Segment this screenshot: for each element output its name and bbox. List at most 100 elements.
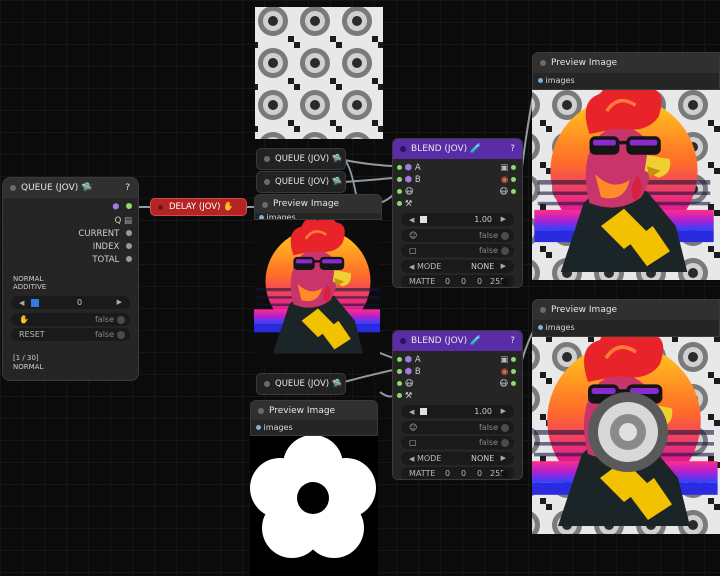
matte-g[interactable]: 0 bbox=[461, 467, 466, 479]
color-swatch[interactable] bbox=[501, 278, 509, 286]
input-slot-mask[interactable]: 😷 bbox=[397, 379, 414, 389]
input-slot-images[interactable]: images bbox=[259, 213, 296, 219]
help-button[interactable]: ? bbox=[510, 139, 515, 159]
input-slot-b[interactable]: ⬢ B bbox=[397, 175, 421, 185]
preview-image-node[interactable]: Preview Image images bbox=[250, 400, 378, 436]
collapse-dot[interactable] bbox=[264, 156, 270, 162]
index-widget[interactable]: ◀ 0 ▶ bbox=[11, 296, 130, 309]
flip-toggle[interactable]: ☺ false bbox=[401, 229, 514, 242]
decrement-arrow-icon[interactable]: ◀ bbox=[19, 299, 24, 307]
prev-arrow-icon[interactable]: ◀ bbox=[409, 455, 414, 463]
slot-dot bbox=[126, 203, 132, 209]
slot-dot bbox=[397, 381, 402, 386]
increment-arrow-icon[interactable]: ▶ bbox=[501, 405, 506, 418]
matte-r[interactable]: 0 bbox=[445, 275, 450, 287]
node-title: QUEUE (JOV) 🛸 bbox=[21, 183, 93, 193]
alpha-widget[interactable]: ◀ 1.00 ▶ bbox=[401, 405, 514, 418]
slot-dot bbox=[126, 256, 132, 262]
increment-arrow-icon[interactable]: ▶ bbox=[117, 296, 122, 309]
input-slot-mask[interactable]: 😷 bbox=[397, 187, 414, 197]
decrement-arrow-icon[interactable]: ◀ bbox=[409, 216, 414, 224]
node-title-bar[interactable]: BLEND (JOV) 🧪 ? bbox=[393, 331, 522, 351]
reset-toggle[interactable]: RESET false bbox=[11, 328, 130, 341]
toggle-knob[interactable] bbox=[501, 439, 509, 447]
delay-node[interactable]: DELAY (JOV) ✋ bbox=[150, 198, 247, 216]
palette-icon: ◉ bbox=[500, 367, 509, 377]
next-arrow-icon[interactable]: ▶ bbox=[501, 260, 506, 273]
mask-icon: 😷 bbox=[404, 379, 414, 389]
matte-r[interactable]: 0 bbox=[445, 467, 450, 479]
toggle-knob[interactable] bbox=[117, 316, 125, 324]
output-slot-image[interactable]: ▣ bbox=[500, 355, 516, 365]
increment-arrow-icon[interactable]: ▶ bbox=[501, 213, 506, 226]
input-slot-images[interactable]: images bbox=[256, 423, 293, 432]
collapse-dot[interactable] bbox=[264, 179, 270, 185]
queue-node-collapsed[interactable]: QUEUE (JOV) 🛸 bbox=[256, 148, 346, 170]
toggle-knob[interactable] bbox=[117, 331, 125, 339]
output-slot-mask[interactable]: 😷 bbox=[499, 187, 516, 197]
output-slot-image[interactable]: ▣ bbox=[500, 163, 516, 173]
toggle-knob[interactable] bbox=[501, 232, 509, 240]
matte-g[interactable]: 0 bbox=[461, 275, 466, 287]
collapse-dot[interactable] bbox=[540, 307, 546, 313]
next-arrow-icon[interactable]: ▶ bbox=[501, 452, 506, 465]
queue-node-main[interactable]: QUEUE (JOV) 🛸 ? ⬢ Q ▤ CURRENT INDEX TOTA… bbox=[2, 177, 139, 381]
collapse-dot[interactable] bbox=[540, 60, 546, 66]
help-button[interactable]: ? bbox=[125, 178, 130, 198]
mode-select[interactable]: ◀ MODE NONE ▶ bbox=[401, 452, 514, 465]
matte-widget[interactable]: MATTE 0 0 0 255 bbox=[401, 275, 514, 287]
slot-dot bbox=[538, 325, 543, 330]
preview-image-node[interactable]: Preview Image images bbox=[254, 194, 382, 220]
output-slot-mask[interactable]: 😷 bbox=[499, 379, 516, 389]
prev-arrow-icon[interactable]: ◀ bbox=[409, 263, 414, 271]
node-title-bar[interactable]: BLEND (JOV) 🧪 ? bbox=[393, 139, 522, 159]
collapse-dot[interactable] bbox=[400, 146, 406, 152]
input-slot-b[interactable]: ⬢ B bbox=[397, 367, 421, 377]
alpha-value: 1.00 bbox=[474, 407, 492, 416]
collapse-dot[interactable] bbox=[264, 381, 270, 387]
node-title: QUEUE (JOV) 🛸 bbox=[275, 154, 343, 164]
output-slot-color[interactable]: ◉ bbox=[501, 175, 516, 185]
collapse-dot[interactable] bbox=[158, 205, 163, 210]
blend-node[interactable]: BLEND (JOV) 🧪 ? ⬢ A ⬢ B 😷 ⚒ ▣ ◉ 😷 ◀ 1.00… bbox=[392, 138, 523, 288]
help-button[interactable]: ? bbox=[510, 331, 515, 351]
matte-widget[interactable]: MATTE 0 0 0 255 bbox=[401, 467, 514, 479]
stop-toggle[interactable]: ✋ false bbox=[11, 313, 130, 326]
mode-select[interactable]: ◀ MODE NONE ▶ bbox=[401, 260, 514, 273]
matte-b[interactable]: 0 bbox=[477, 467, 482, 479]
output-slot-index[interactable]: INDEX bbox=[93, 242, 132, 252]
invert-toggle[interactable]: ▢ false bbox=[401, 436, 514, 449]
toggle-knob[interactable] bbox=[501, 247, 509, 255]
toggle-knob[interactable] bbox=[501, 424, 509, 432]
output-slot-any[interactable]: ⬢ bbox=[112, 202, 132, 212]
flip-toggle[interactable]: ☺ false bbox=[401, 421, 514, 434]
input-slot-images[interactable]: images bbox=[538, 323, 575, 332]
output-slot-color[interactable]: ◉ bbox=[501, 367, 516, 377]
output-slot-total[interactable]: TOTAL bbox=[92, 255, 132, 265]
preview-image-node[interactable]: Preview Image images bbox=[532, 299, 720, 337]
toggle-value: false bbox=[478, 438, 498, 447]
collapse-dot[interactable] bbox=[10, 185, 16, 191]
matte-b[interactable]: 0 bbox=[477, 275, 482, 287]
input-slot-images[interactable]: images bbox=[538, 76, 575, 85]
invert-toggle[interactable]: ▢ false bbox=[401, 244, 514, 257]
queue-node-collapsed[interactable]: QUEUE (JOV) 🛸 bbox=[256, 373, 346, 395]
color-swatch[interactable] bbox=[501, 470, 509, 478]
collapse-dot[interactable] bbox=[400, 338, 406, 344]
input-slot-a[interactable]: ⬢ A bbox=[397, 355, 421, 365]
input-slot-tool[interactable]: ⚒ bbox=[397, 199, 412, 209]
alpha-widget[interactable]: ◀ 1.00 ▶ bbox=[401, 213, 514, 226]
collapse-dot[interactable] bbox=[262, 202, 268, 208]
queue-node-collapsed[interactable]: QUEUE (JOV) 🛸 bbox=[256, 171, 346, 193]
output-slot-q[interactable]: Q ▤ bbox=[115, 216, 132, 226]
collapse-dot[interactable] bbox=[258, 408, 264, 414]
slot-label: images bbox=[545, 76, 575, 85]
preview-image-node[interactable]: Preview Image images bbox=[532, 52, 720, 90]
blend-node[interactable]: BLEND (JOV) 🧪 ? ⬢ A ⬢ B 😷 ⚒ ▣ ◉ 😷 ◀ 1.00… bbox=[392, 330, 523, 480]
output-slot-current[interactable]: CURRENT bbox=[78, 229, 132, 239]
node-title-bar[interactable]: QUEUE (JOV) 🛸 ? bbox=[3, 178, 138, 198]
cube-icon: ⬢ bbox=[404, 355, 413, 365]
decrement-arrow-icon[interactable]: ◀ bbox=[409, 408, 414, 416]
input-slot-tool[interactable]: ⚒ bbox=[397, 391, 412, 401]
input-slot-a[interactable]: ⬢ A bbox=[397, 163, 421, 173]
